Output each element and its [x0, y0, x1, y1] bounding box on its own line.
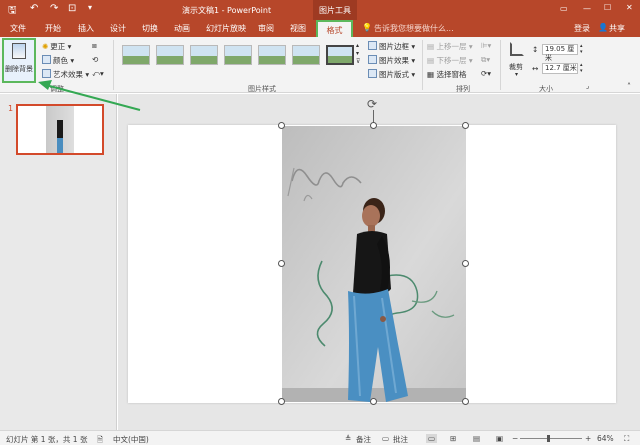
- language-indicator[interactable]: 中文(中国): [113, 434, 149, 445]
- status-bar: 幻灯片 第 1 张，共 1 张 🗎 中文(中国) ≜ 备注 ▭ 批注 ▭ ⊞ ▤…: [0, 430, 640, 445]
- zoom-slider-thumb[interactable]: [547, 435, 550, 442]
- slide-sorter-icon[interactable]: ⊞: [450, 434, 456, 443]
- zoom-level[interactable]: 64%: [597, 434, 614, 443]
- notes-button[interactable]: 备注: [356, 434, 371, 445]
- reading-view-icon[interactable]: ▤: [473, 434, 480, 443]
- normal-view-icon[interactable]: ▭: [426, 434, 438, 443]
- zoom-out-button[interactable]: −: [512, 434, 518, 443]
- slideshow-view-icon[interactable]: ▣: [496, 434, 503, 443]
- spelling-icon[interactable]: 🗎: [97, 434, 103, 445]
- zoom-in-button[interactable]: +: [585, 434, 591, 443]
- slide-info: 幻灯片 第 1 张，共 1 张: [6, 435, 88, 444]
- fit-to-window-icon[interactable]: ⛶: [624, 434, 629, 444]
- comments-button[interactable]: 批注: [393, 434, 408, 445]
- zoom-slider[interactable]: [520, 438, 582, 439]
- notes-icon: ≜: [345, 434, 352, 443]
- comments-icon: ▭: [382, 434, 390, 443]
- annotation-arrow: [38, 80, 141, 111]
